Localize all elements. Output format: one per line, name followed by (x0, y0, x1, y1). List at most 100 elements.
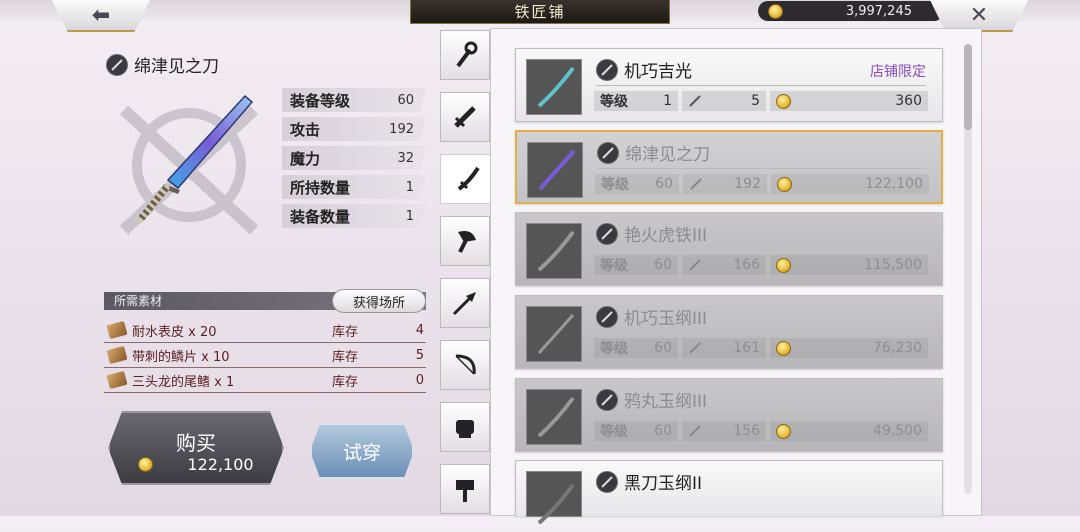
level-label: 等级 (600, 424, 628, 440)
list-item[interactable]: 艳火虎铁III 等级 60 166 115,500 (515, 212, 943, 286)
weapon-attack: 192 (734, 176, 761, 192)
sword-icon (454, 106, 476, 128)
scrollbar-thumb[interactable] (964, 44, 972, 130)
divider (596, 415, 926, 416)
weapon-name: 绵津见之刀 (625, 145, 710, 165)
stat-row: 攻击 192 (282, 117, 426, 141)
weapon-attack: 166 (733, 257, 760, 273)
stat-row: 装备数量 1 (282, 204, 426, 228)
back-button[interactable]: ⬅ (52, 0, 150, 32)
coin-icon (776, 423, 791, 439)
list-item-selected[interactable]: 绵津见之刀 等级 60 192 122,100 (515, 130, 943, 204)
stat-row: 装备等级 60 (282, 88, 426, 112)
divider (597, 168, 927, 169)
weapon-price: 360 (895, 93, 922, 109)
divider (596, 332, 926, 333)
fin-material-icon (106, 370, 128, 390)
list-item[interactable]: 机巧吉光 店铺限定 等级 1 5 360 (515, 48, 943, 122)
weapon-thumbnail (526, 59, 582, 115)
stats-panel: 装备等级 60 攻击 192 魔力 32 所持数量 1 装备数量 1 (282, 88, 426, 233)
gold-amount: 3,997,245 (845, 3, 912, 19)
item-name: 绵津见之刀 (134, 57, 219, 77)
gold-counter: 3,997,245 (758, 1, 944, 21)
buy-price-value: 122,100 (187, 455, 254, 474)
list-item[interactable]: 黑刀玉纲II (515, 460, 943, 525)
material-row[interactable]: 带刺的鳞片 x 10 库存 5 (104, 343, 426, 368)
level-label: 等级 (601, 177, 629, 193)
weapon-thumbnail (527, 142, 583, 198)
material-name: 耐水表皮 x 20 (132, 324, 217, 340)
material-row[interactable]: 三头龙的尾鳍 x 1 库存 0 (104, 368, 426, 393)
weapon-attack: 156 (733, 423, 760, 439)
tab-staff[interactable] (440, 30, 490, 80)
level-label: 等级 (600, 341, 628, 357)
weapon-name: 艳火虎铁III (624, 226, 708, 246)
katana-type-icon (596, 58, 618, 81)
tab-fist[interactable] (440, 402, 490, 452)
katana-type-icon (596, 470, 618, 493)
scale-material-icon (106, 345, 128, 365)
material-row[interactable]: 耐水表皮 x 20 库存 4 (104, 318, 426, 343)
tab-spear[interactable] (440, 278, 490, 328)
weapon-price: 115,500 (864, 257, 922, 273)
buy-button[interactable]: 购买 122,100 (108, 411, 284, 485)
stat-value: 1 (405, 208, 414, 224)
stat-value: 32 (397, 150, 414, 166)
weapon-category-tabs (440, 30, 496, 526)
weapon-level: 60 (654, 423, 672, 439)
tab-hammer[interactable] (440, 464, 490, 514)
list-item[interactable]: 机巧玉纲III 等级 60 161 76,230 (515, 295, 943, 369)
katana-type-icon (596, 222, 618, 245)
axe-icon (458, 231, 476, 253)
coin-icon (776, 93, 791, 109)
weapon-price: 122,100 (865, 176, 923, 192)
stat-value: 192 (389, 121, 414, 137)
stock-count: 0 (415, 372, 424, 388)
katana-type-icon (596, 388, 618, 411)
coin-icon (768, 4, 783, 19)
weapon-name: 机巧玉纲III (624, 309, 708, 329)
coin-icon (138, 457, 154, 472)
katana-type-icon (106, 53, 128, 76)
weapon-price: 49,500 (873, 423, 922, 439)
stat-row: 魔力 32 (282, 146, 426, 170)
weapon-level: 1 (663, 93, 672, 109)
weapon-name: 机巧吉光 (624, 62, 692, 82)
katana-type-icon (597, 141, 619, 164)
buy-price: 122,100 (110, 455, 282, 474)
bow-icon (455, 354, 476, 375)
weapon-price: 76,230 (873, 340, 922, 356)
shop-limited-badge: 店铺限定 (870, 64, 926, 80)
coin-icon (777, 176, 792, 192)
source-location-button[interactable]: 获得场所 (332, 289, 426, 313)
close-icon: ✕ (969, 2, 989, 28)
coin-icon (776, 340, 791, 356)
material-name: 带刺的鳞片 x 10 (132, 349, 230, 365)
tab-sword[interactable] (440, 92, 490, 142)
tab-bow[interactable] (440, 340, 490, 390)
back-arrow-icon: ⬅ (91, 2, 111, 28)
weapon-level: 60 (655, 176, 673, 192)
level-label: 等级 (600, 258, 628, 274)
staff-icon (456, 41, 478, 68)
coin-icon (776, 257, 791, 273)
divider (596, 249, 926, 250)
materials-list: 耐水表皮 x 20 库存 4 带刺的鳞片 x 10 库存 5 三头龙的尾鳍 x 1 库存 0 (104, 318, 426, 393)
material-name: 三头龙的尾鳍 x 1 (132, 374, 235, 390)
item-title: 绵津见之刀 (106, 52, 219, 77)
stock-label: 库存 (332, 349, 359, 365)
stat-label: 装备等级 (290, 91, 351, 110)
attack-icon (689, 259, 701, 271)
stat-label: 魔力 (290, 149, 321, 168)
katana-type-icon (596, 305, 618, 328)
weapon-thumbnail (526, 223, 582, 279)
tab-axe[interactable] (440, 216, 490, 266)
try-on-button[interactable]: 试穿 (310, 423, 414, 479)
fist-icon (456, 420, 474, 438)
tab-katana[interactable] (440, 154, 496, 204)
weapon-thumbnail (526, 389, 582, 445)
weapon-level: 60 (654, 257, 672, 273)
attack-icon (690, 178, 702, 190)
list-item[interactable]: 鸦丸玉纲III 等级 60 156 49,500 (515, 378, 943, 452)
stat-row: 所持数量 1 (282, 175, 426, 199)
